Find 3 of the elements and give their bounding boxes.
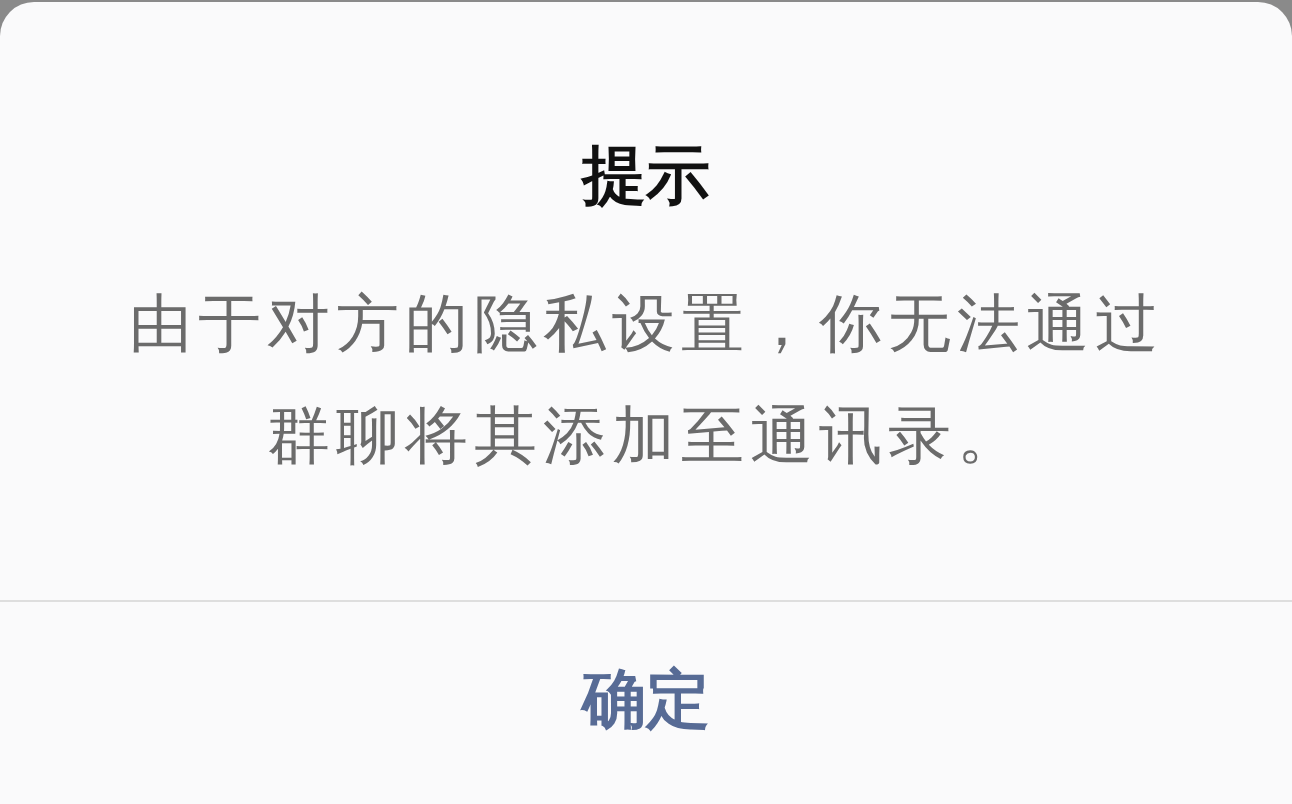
dialog-message: 由于对方的隐私设置，你无法通过群聊将其添加至通讯录。 (127, 286, 1165, 474)
confirm-button[interactable]: 确定 (542, 635, 750, 763)
dialog-title: 提示 (582, 137, 710, 214)
